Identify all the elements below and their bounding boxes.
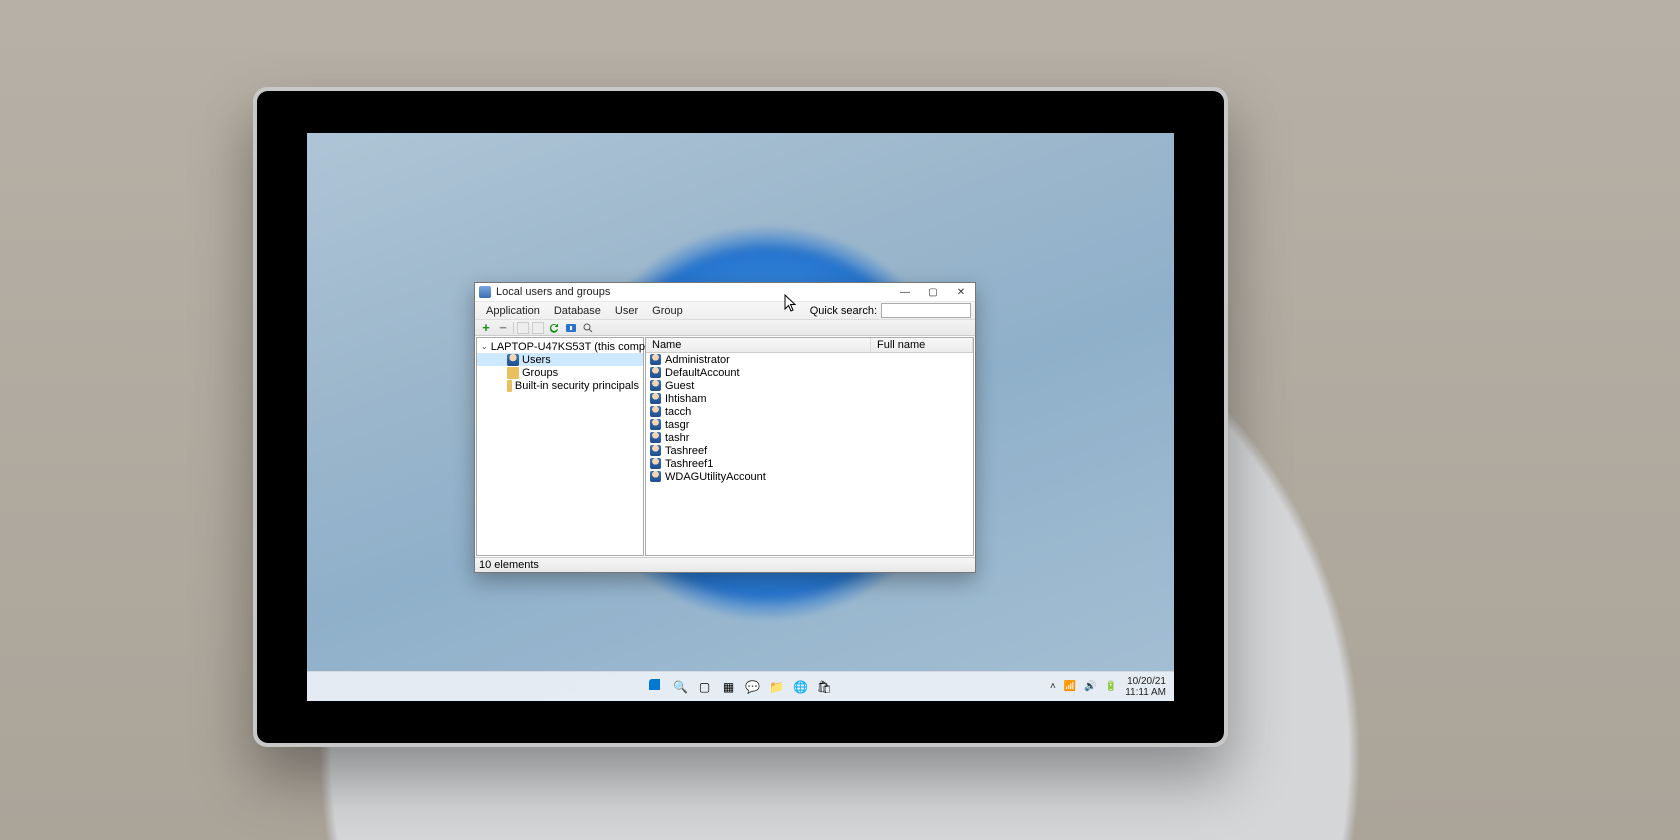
menubar: Application Database User Group Quick se… xyxy=(475,302,975,319)
remove-button[interactable]: − xyxy=(496,321,510,335)
local-users-groups-window[interactable]: Local users and groups — ▢ ✕ Application… xyxy=(474,282,976,573)
row-name: tasgr xyxy=(665,419,689,431)
tree-groups[interactable]: Groups xyxy=(477,366,643,379)
quick-search-input[interactable] xyxy=(881,303,971,318)
statusbar: 10 elements xyxy=(475,557,975,572)
quick-search-label: Quick search: xyxy=(810,305,881,317)
app-icon xyxy=(479,286,491,298)
list-row[interactable]: DefaultAccount xyxy=(646,366,973,379)
row-name: Ihtisham xyxy=(665,393,707,405)
store-icon[interactable]: 🛍 xyxy=(815,677,835,697)
window-titlebar[interactable]: Local users and groups — ▢ ✕ xyxy=(475,283,975,302)
user-icon xyxy=(650,354,661,365)
edge-icon[interactable]: 🌐 xyxy=(791,677,811,697)
tree-builtin-label: Built-in security principals xyxy=(515,380,639,392)
search-icon[interactable]: 🔍 xyxy=(671,677,691,697)
task-view-icon[interactable]: ▢ xyxy=(695,677,715,697)
wifi-icon[interactable]: 📶 xyxy=(1064,681,1076,692)
client-area: ⌄ LAPTOP-U47KS53T (this computer) Users … xyxy=(475,336,975,557)
user-icon xyxy=(507,354,519,366)
user-icon xyxy=(650,471,661,482)
list-row[interactable]: WDAGUtilityAccount xyxy=(646,470,973,483)
export-button[interactable] xyxy=(564,321,578,335)
user-icon xyxy=(650,393,661,404)
tree-users-label: Users xyxy=(522,354,551,366)
menu-application[interactable]: Application xyxy=(479,304,547,318)
close-button[interactable]: ✕ xyxy=(947,283,975,302)
list-row[interactable]: Ihtisham xyxy=(646,392,973,405)
tablet-device: Local users and groups — ▢ ✕ Application… xyxy=(253,87,1228,747)
menu-group[interactable]: Group xyxy=(645,304,690,318)
toolbar-separator xyxy=(513,322,514,334)
desktop-screen[interactable]: Local users and groups — ▢ ✕ Application… xyxy=(307,133,1174,701)
row-name: Guest xyxy=(665,380,694,392)
paste-button[interactable] xyxy=(532,322,544,334)
refresh-button[interactable] xyxy=(547,321,561,335)
list-row[interactable]: Tashreef xyxy=(646,444,973,457)
user-icon xyxy=(650,367,661,378)
explorer-icon[interactable]: 📁 xyxy=(767,677,787,697)
toolbar: + − xyxy=(475,319,975,336)
column-fullname[interactable]: Full name xyxy=(871,338,973,352)
window-title: Local users and groups xyxy=(496,286,891,298)
list-row[interactable]: Administrator xyxy=(646,353,973,366)
row-name: tacch xyxy=(665,406,691,418)
row-name: Administrator xyxy=(665,354,730,366)
user-icon xyxy=(650,380,661,391)
list-row[interactable]: Guest xyxy=(646,379,973,392)
user-icon xyxy=(650,445,661,456)
row-name: WDAGUtilityAccount xyxy=(665,471,766,483)
status-text: 10 elements xyxy=(479,559,539,571)
copy-button[interactable] xyxy=(517,322,529,334)
user-icon xyxy=(650,432,661,443)
minimize-button[interactable]: — xyxy=(891,283,919,302)
tree-pane[interactable]: ⌄ LAPTOP-U47KS53T (this computer) Users … xyxy=(476,337,644,556)
menu-database[interactable]: Database xyxy=(547,304,608,318)
row-name: Tashreef1 xyxy=(665,458,713,470)
chat-icon[interactable]: 💬 xyxy=(743,677,763,697)
volume-icon[interactable]: 🔊 xyxy=(1084,681,1096,692)
expander-icon[interactable]: ⌄ xyxy=(481,342,488,351)
tree-root-label: LAPTOP-U47KS53T (this computer) xyxy=(491,341,668,353)
tree-users[interactable]: Users xyxy=(477,353,643,366)
list-body: AdministratorDefaultAccountGuestIhtisham… xyxy=(646,353,973,555)
menu-user[interactable]: User xyxy=(608,304,645,318)
folder-icon xyxy=(507,380,512,392)
mouse-cursor xyxy=(784,294,798,314)
start-icon[interactable] xyxy=(649,679,665,695)
battery-icon[interactable]: 🔋 xyxy=(1105,681,1117,692)
list-row[interactable]: Tashreef1 xyxy=(646,457,973,470)
taskbar-center: 🔍▢▦💬📁🌐🛍 xyxy=(647,677,835,697)
row-name: tashr xyxy=(665,432,689,444)
system-tray[interactable]: ˄ 📶 🔊 🔋 10/20/21 11:11 AM xyxy=(1050,676,1166,698)
add-button[interactable]: + xyxy=(479,321,493,335)
list-header: Name Full name xyxy=(646,338,973,353)
widgets-icon[interactable]: ▦ xyxy=(719,677,739,697)
tray-chevron-icon[interactable]: ˄ xyxy=(1050,681,1056,692)
tree-root[interactable]: ⌄ LAPTOP-U47KS53T (this computer) xyxy=(477,340,643,353)
list-row[interactable]: tasgr xyxy=(646,418,973,431)
user-icon xyxy=(650,458,661,469)
clock-time: 11:11 AM xyxy=(1125,687,1166,698)
list-row[interactable]: tashr xyxy=(646,431,973,444)
clock-date: 10/20/21 xyxy=(1125,676,1166,687)
user-icon xyxy=(650,406,661,417)
clock[interactable]: 10/20/21 11:11 AM xyxy=(1125,676,1166,698)
taskbar[interactable]: 🔍▢▦💬📁🌐🛍 ˄ 📶 🔊 🔋 10/20/21 11:11 AM xyxy=(307,671,1174,701)
list-row[interactable]: tacch xyxy=(646,405,973,418)
tree-builtin[interactable]: Built-in security principals xyxy=(477,379,643,392)
group-icon xyxy=(507,367,519,379)
list-pane[interactable]: Name Full name AdministratorDefaultAccou… xyxy=(645,337,974,556)
maximize-button[interactable]: ▢ xyxy=(919,283,947,302)
column-name[interactable]: Name xyxy=(646,338,871,352)
row-name: DefaultAccount xyxy=(665,367,740,379)
tree-groups-label: Groups xyxy=(522,367,558,379)
row-name: Tashreef xyxy=(665,445,707,457)
user-icon xyxy=(650,419,661,430)
tablet-bezel: Local users and groups — ▢ ✕ Application… xyxy=(257,91,1224,743)
find-button[interactable] xyxy=(581,321,595,335)
